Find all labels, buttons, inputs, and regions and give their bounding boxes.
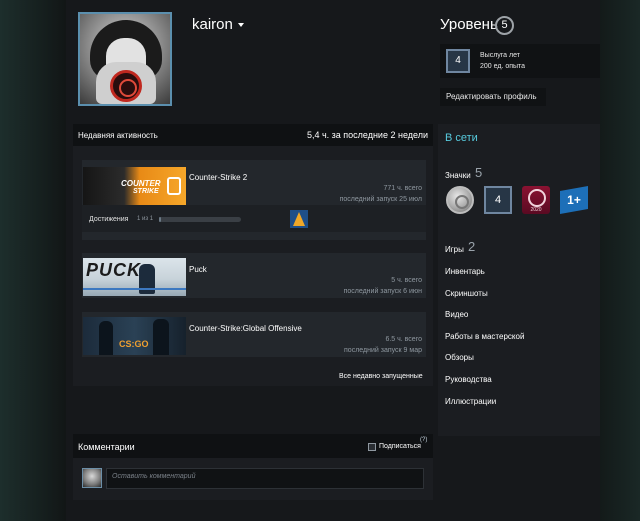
badges-link[interactable]: Значки bbox=[445, 171, 471, 180]
sidebar-link-reviews[interactable]: Обзоры bbox=[445, 353, 474, 362]
sidebar-link-workshop[interactable]: Работы в мастерской bbox=[445, 332, 524, 341]
badge-year: 2020 bbox=[530, 207, 542, 213]
help-link[interactable]: (?) bbox=[420, 437, 427, 443]
game-name[interactable]: Counter-Strike 2 bbox=[189, 173, 247, 182]
username-text: kairon bbox=[192, 16, 233, 33]
edit-profile-button[interactable]: Редактировать профиль bbox=[440, 88, 546, 106]
level-badge-icon: 4 bbox=[446, 49, 470, 73]
sidebar-link-screenshots[interactable]: Скриншоты bbox=[445, 289, 488, 298]
game-name[interactable]: Counter-Strike:Global Offensive bbox=[189, 324, 302, 333]
achievements-count: 1 из 1 bbox=[137, 216, 154, 222]
achievements-progress-bar bbox=[159, 217, 241, 222]
game-card-csgo[interactable]: CS:GO Counter-Strike:Global Offensive 6.… bbox=[82, 312, 426, 357]
sidebar-link-guides[interactable]: Руководства bbox=[445, 375, 492, 384]
online-status: В сети bbox=[445, 132, 478, 144]
game-last-played: последний запуск 6 июн bbox=[343, 288, 422, 295]
xp-badge-title: Выслуга лет bbox=[480, 52, 520, 59]
background-right bbox=[600, 0, 640, 521]
game-last-played: последний запуск 25 июл bbox=[339, 196, 422, 203]
cover-title-csgo: CS:GO bbox=[119, 339, 149, 349]
game-card-puck[interactable]: PUCK Puck 5 ч. всего последний запуск 6 … bbox=[82, 253, 426, 298]
all-recent-games-link[interactable]: Все недавно запущенные bbox=[339, 373, 423, 380]
achievements-row: Достижения 1 из 1 bbox=[82, 205, 426, 232]
background-left bbox=[0, 0, 66, 521]
comments-title: Комментарии bbox=[78, 442, 135, 452]
subscribe-label[interactable]: Подписаться bbox=[379, 443, 421, 450]
games-count: 2 bbox=[468, 239, 476, 254]
cover-title-cs2: COUNTER bbox=[121, 179, 161, 188]
game-last-played: последний запуск 9 мар bbox=[344, 347, 422, 354]
avatar-frame-badge-icon bbox=[110, 70, 142, 102]
comment-avatar bbox=[82, 468, 102, 488]
recent-activity-title: Недавняя активность bbox=[78, 131, 158, 140]
level-circle: 5 bbox=[495, 16, 514, 35]
games-link[interactable]: Игры bbox=[445, 245, 464, 254]
game-cover-cs2[interactable]: COUNTER STRIKE bbox=[83, 167, 186, 205]
game-name[interactable]: Puck bbox=[189, 265, 207, 274]
sidebar-link-inventory[interactable]: Инвентарь bbox=[445, 267, 485, 276]
game-hours: 5 ч. всего bbox=[391, 277, 422, 284]
achievements-label[interactable]: Достижения bbox=[89, 216, 128, 223]
game-hours: 6.5 ч. всего bbox=[385, 336, 422, 343]
caret-down-icon bbox=[237, 23, 244, 28]
cs2-logo-icon bbox=[167, 177, 181, 195]
badges-count: 5 bbox=[475, 165, 483, 180]
cover-ice-line bbox=[83, 288, 186, 290]
subscribe-checkbox[interactable] bbox=[368, 443, 376, 451]
game-card-cs2[interactable]: COUNTER STRIKE Counter-Strike 2 771 ч. в… bbox=[82, 160, 426, 240]
level-badge-icon[interactable]: 4 bbox=[484, 186, 512, 214]
game-hours: 771 ч. всего bbox=[383, 185, 423, 192]
achievement-icon[interactable] bbox=[290, 210, 308, 228]
coin-badge-icon[interactable] bbox=[446, 186, 474, 214]
recent-activity-playtime: 5,4 ч. за последние 2 недели bbox=[306, 130, 428, 140]
steam-year-badge-icon[interactable]: 2020 bbox=[522, 186, 550, 214]
cover-title-puck: PUCK bbox=[86, 260, 142, 280]
comment-input[interactable]: Оставить комментарий bbox=[106, 468, 424, 489]
sidebar-link-artwork[interactable]: Иллюстрации bbox=[445, 397, 496, 406]
cover-figure bbox=[153, 319, 169, 355]
achievements-progress-fill bbox=[159, 217, 161, 222]
game-cover-puck[interactable]: PUCK bbox=[83, 258, 186, 296]
profile-avatar[interactable] bbox=[78, 12, 172, 106]
sidebar-link-videos[interactable]: Видео bbox=[445, 310, 468, 319]
username-dropdown[interactable]: kairon bbox=[192, 16, 244, 33]
xp-badge-box[interactable]: 4 Выслуга лет 200 ед. опыта bbox=[440, 44, 600, 78]
cover-subtitle-cs2: STRIKE bbox=[133, 188, 159, 195]
level-title: Уровень bbox=[440, 16, 498, 33]
cover-figure bbox=[99, 321, 113, 355]
xp-badge-points: 200 ед. опыта bbox=[480, 63, 526, 70]
game-cover-csgo[interactable]: CS:GO bbox=[83, 317, 186, 355]
